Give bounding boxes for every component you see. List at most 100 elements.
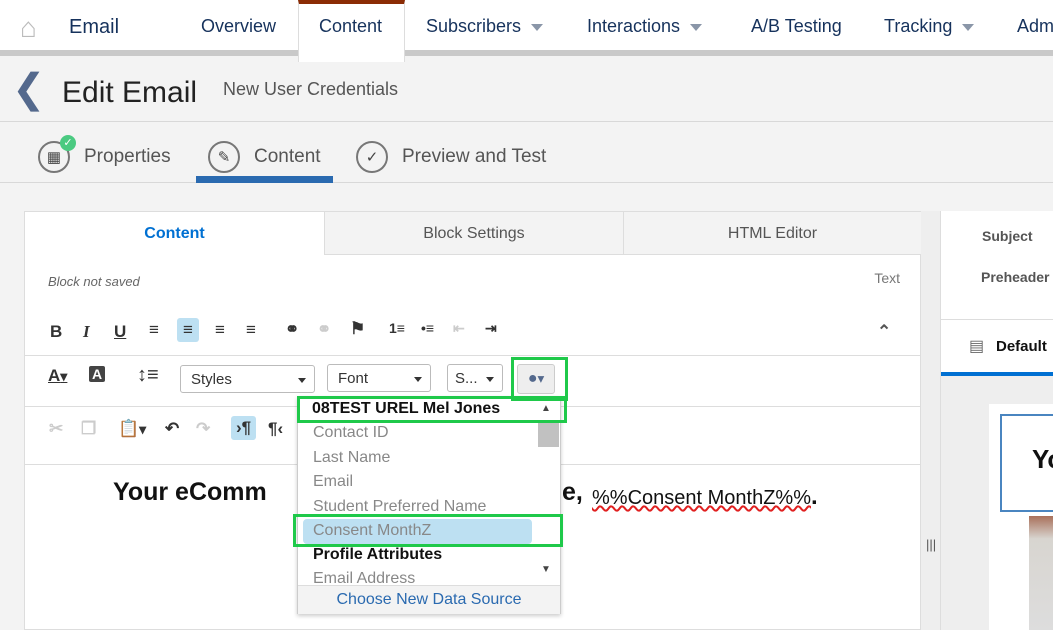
- dropdown-item[interactable]: Email: [313, 473, 353, 491]
- back-icon[interactable]: ❮: [12, 66, 46, 112]
- pencil-icon: ✎: [208, 141, 240, 173]
- italic-icon[interactable]: I: [83, 322, 90, 342]
- outdent-icon: ⇤: [453, 320, 465, 336]
- preheader-label: Preheader: [981, 269, 1050, 285]
- step-label: Preview and Test: [402, 146, 547, 167]
- chevron-down-icon: [962, 23, 975, 31]
- step-preview-and-test[interactable]: ✓ Preview and Test: [356, 141, 546, 173]
- personalization-dropdown: 08TEST UREL Mel Jones ▲ ▼ Contact ID Las…: [297, 396, 561, 614]
- content-text-greeting[interactable]: e,: [562, 478, 583, 507]
- app-title[interactable]: Email: [69, 16, 119, 39]
- font-label: Font: [338, 370, 369, 387]
- step-label: Content: [254, 146, 321, 167]
- line-height-icon[interactable]: ↕≡: [137, 364, 159, 387]
- tab-content[interactable]: Content: [25, 212, 324, 255]
- chevron-down-icon: [414, 377, 422, 382]
- align-center-icon[interactable]: ≡: [177, 318, 199, 342]
- step-label: Properties: [84, 146, 171, 167]
- nav-admin[interactable]: Adm: [1017, 16, 1053, 37]
- cut-icon: ✂: [49, 419, 64, 438]
- justify-icon[interactable]: ≡: [246, 320, 256, 340]
- collapse-toolbar-icon[interactable]: ⌃: [877, 322, 891, 342]
- link-icon[interactable]: ⚭: [285, 320, 299, 340]
- preview-area: Yo: [941, 376, 1053, 630]
- dropdown-item[interactable]: Last Name: [313, 449, 390, 467]
- nav-overview[interactable]: Overview: [201, 16, 276, 37]
- underline-icon[interactable]: U: [114, 322, 126, 342]
- anchor-flag-icon[interactable]: ⚑: [350, 319, 365, 339]
- paste-icon[interactable]: 📋▾: [118, 419, 146, 439]
- align-left-icon[interactable]: ≡: [149, 320, 159, 340]
- size-label: S...: [455, 370, 478, 387]
- preview-panel: Subject Preheader ▤ Default Yo: [940, 211, 1053, 630]
- rtl-icon[interactable]: ¶‹: [268, 419, 283, 439]
- tab-block-settings[interactable]: Block Settings: [324, 212, 623, 255]
- nav-interactions[interactable]: Interactions: [587, 16, 703, 37]
- bold-icon[interactable]: B: [50, 322, 62, 342]
- chevron-down-icon: [298, 378, 306, 383]
- tab-html-editor[interactable]: HTML Editor: [623, 212, 921, 255]
- page-title: Edit Email: [62, 76, 198, 109]
- choose-new-data-source-link[interactable]: Choose New Data Source: [298, 585, 560, 614]
- background-color-icon[interactable]: A: [89, 366, 106, 382]
- highlight-box: [511, 357, 568, 401]
- check-badge-icon: ✓: [60, 135, 76, 151]
- font-select[interactable]: Font: [327, 364, 431, 392]
- nav-label: Tracking: [884, 16, 953, 36]
- indent-icon[interactable]: ⇥: [485, 320, 497, 337]
- step-properties[interactable]: ▦ ✓ Properties: [38, 135, 171, 173]
- chevron-down-icon: [486, 377, 494, 382]
- ltr-icon[interactable]: ›¶: [231, 416, 257, 440]
- content-text-start[interactable]: Your eComm: [113, 478, 267, 507]
- nav-label: Subscribers: [426, 16, 522, 36]
- nav-ab-testing[interactable]: A/B Testing: [751, 16, 842, 37]
- nav-subscribers[interactable]: Subscribers: [426, 16, 544, 37]
- preview-image: [1029, 516, 1053, 630]
- active-step-indicator: [196, 176, 333, 183]
- properties-icon: ▦ ✓: [38, 135, 76, 173]
- highlight-box: [293, 514, 563, 547]
- variable-text: %%Consent MonthZ%%: [592, 487, 811, 509]
- preview-text: Yo: [1032, 444, 1053, 474]
- email-name: New User Credentials: [223, 79, 399, 99]
- unlink-icon: ⚭: [317, 320, 332, 339]
- drag-handle-icon: |||: [926, 537, 937, 552]
- undo-icon[interactable]: ↶: [165, 419, 179, 439]
- highlight-box: [297, 396, 567, 423]
- scroll-down-icon[interactable]: ▼: [541, 564, 551, 575]
- tab-default[interactable]: ▤ Default: [941, 320, 1053, 376]
- text-color-icon[interactable]: A▾: [48, 366, 67, 386]
- tab-label: Default: [996, 338, 1047, 355]
- nav-label: Interactions: [587, 16, 681, 36]
- dropdown-item[interactable]: Contact ID: [313, 424, 389, 442]
- styles-label: Styles: [191, 371, 232, 388]
- check-icon: ✓: [356, 141, 388, 173]
- home-icon[interactable]: ⌂: [20, 12, 37, 44]
- email-preview: Yo: [989, 404, 1053, 630]
- page-header: ❮ Edit Email New User Credentials: [0, 62, 1053, 122]
- scrollbar-thumb[interactable]: [538, 423, 559, 447]
- block-type: Text: [874, 270, 900, 286]
- panel-splitter[interactable]: |||: [921, 211, 940, 630]
- numbered-list-icon[interactable]: 1≡: [389, 320, 405, 336]
- align-right-icon[interactable]: ≡: [215, 320, 225, 340]
- block-status: Block not saved: [48, 274, 140, 289]
- step-content[interactable]: ✎ Content: [208, 141, 321, 173]
- preview-text-block: Yo: [1000, 414, 1053, 512]
- nav-tracking[interactable]: Tracking: [884, 16, 975, 37]
- period: .: [810, 483, 818, 510]
- dropdown-clip: Email Address: [298, 567, 538, 585]
- layout-icon: ▤: [969, 338, 985, 355]
- dropdown-item[interactable]: Email Address: [313, 570, 415, 585]
- steps-bar: ▦ ✓ Properties ✎ Content ✓ Preview and Te…: [0, 123, 1053, 183]
- divider: [25, 355, 920, 356]
- chevron-down-icon: [531, 23, 544, 31]
- styles-select[interactable]: Styles: [180, 365, 315, 393]
- size-select[interactable]: S...: [447, 364, 503, 392]
- bullet-list-icon[interactable]: •≡: [421, 320, 434, 336]
- personalization-variable[interactable]: %%Consent MonthZ%%.: [592, 483, 818, 511]
- nav-content[interactable]: Content: [319, 16, 382, 37]
- section-header: Profile Attributes: [313, 546, 443, 563]
- subject-label: Subject: [982, 228, 1033, 244]
- copy-icon: ❐: [81, 419, 97, 438]
